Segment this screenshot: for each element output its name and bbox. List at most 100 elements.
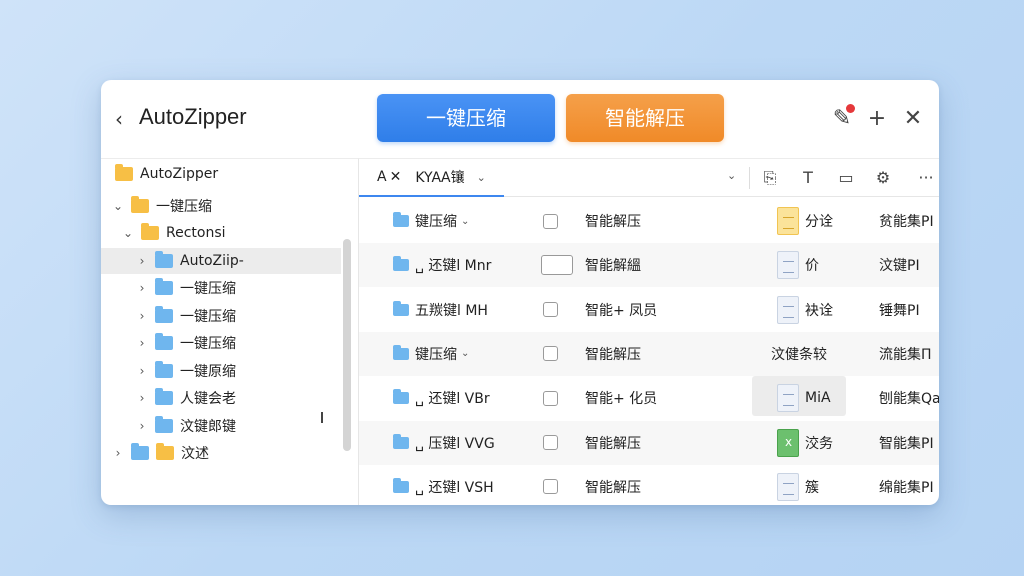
chevron-down-icon[interactable]: ⌄	[727, 169, 736, 182]
name-cell: ␣ 压键l VVG	[393, 421, 495, 465]
kind-label: 簇	[805, 479, 819, 496]
tab-close-icon[interactable]: ✕	[390, 169, 402, 185]
extra-cell: 贫能集PI	[879, 214, 934, 230]
sidebar-item[interactable]: AutoZipper	[101, 161, 341, 187]
text-icon[interactable]: T	[797, 167, 819, 189]
chevron-down-icon[interactable]: ⌄	[121, 226, 135, 240]
sidebar-item[interactable]: › 一键原缩	[101, 358, 341, 384]
table-row[interactable]: 键压缩 ⌄ 智能解压 分诠 贫能集PI	[359, 199, 939, 243]
chevron-left-icon[interactable]: ‹	[115, 108, 129, 130]
chevron-down-icon[interactable]: ⌄	[477, 171, 486, 184]
sidebar-item[interactable]: › 汶述	[101, 440, 341, 466]
row-checkbox[interactable]	[543, 346, 558, 362]
sidebar-scrollbar[interactable]	[343, 239, 351, 451]
row-checkbox[interactable]	[543, 213, 558, 229]
type-cell: 智能解縕	[585, 258, 641, 275]
kind-cell: 簇	[777, 465, 819, 505]
tab-prefix: A	[377, 169, 387, 185]
sidebar-item[interactable]: › 一键压缩	[101, 330, 341, 356]
chevron-right-icon[interactable]: ›	[135, 419, 149, 433]
sidebar-item-label: Rectonsi	[166, 225, 226, 241]
kind-label: 袂诠	[805, 302, 833, 319]
window-icon[interactable]: ▭	[835, 167, 857, 189]
chevron-down-icon[interactable]: ⌄	[111, 199, 125, 213]
kind-label: 分诠	[805, 214, 833, 230]
tab-label: KYAΑ镶	[415, 170, 465, 186]
file-list: A ✕ KYAΑ镶 ⌄ ⌄ ⎘ T ▭ ⚙ ··· 键压缩 ⌄ 智能解压 分诠 贫能集P…	[359, 158, 939, 505]
chevron-right-icon[interactable]: ›	[111, 446, 125, 460]
folder-icon	[393, 212, 409, 227]
type-cell: 智能解压	[585, 214, 641, 230]
folder-icon	[393, 389, 409, 405]
table-row[interactable]: ␣ 压键l VVG 智能解压 洨务 智能集PI	[359, 420, 939, 465]
sidebar-item[interactable]: › AutoZiip-	[101, 247, 341, 274]
extra-cell: 汶键PI	[879, 258, 920, 275]
document-icon	[777, 384, 799, 413]
gear-icon[interactable]: ⚙	[872, 167, 894, 189]
table-row[interactable]: ␣ 还键l Mnr 智能解縕 价 汶键PI	[359, 243, 939, 288]
table-row[interactable]: ␣ 还键l VBr 智能+ 化员 MiA 刨能集Qa	[359, 376, 939, 420]
more-icon[interactable]: ···	[911, 167, 939, 189]
file-name: 键压缩	[415, 214, 457, 230]
close-icon[interactable]: ✕	[900, 106, 926, 132]
sidebar-item-label: 一键压缩	[180, 281, 236, 297]
chevron-down-icon[interactable]: ⌄	[461, 216, 469, 227]
kind-cell: 汶健条较	[771, 332, 827, 376]
tab-active[interactable]: A ✕ KYAΑ镶 ⌄	[359, 159, 504, 197]
chevron-right-icon[interactable]: ›	[135, 309, 149, 323]
sidebar-item[interactable]: ⌄ Rectonsi	[101, 220, 341, 246]
extra-cell: 锤舞PI	[879, 302, 920, 319]
chevron-right-icon[interactable]: ›	[135, 281, 149, 295]
kind-cell: MiA	[777, 376, 831, 420]
table-row[interactable]: ␣ 还键l VSH 智能解压 簇 绵能集PI	[359, 465, 939, 505]
sidebar-item[interactable]: › 一键压缩	[101, 275, 341, 301]
sidebar-item[interactable]: ⌄ 一键压缩	[101, 193, 341, 219]
file-name: ␣ 还键l Mnr	[415, 258, 492, 275]
chevron-right-icon[interactable]: ›	[135, 391, 149, 405]
table-row[interactable]: 五羰键l MH 智能+ 凤员 袂诠 锤舞PI	[359, 288, 939, 332]
app-title: AutoZipper	[139, 104, 247, 129]
folder-icon	[155, 250, 173, 268]
chevron-right-icon[interactable]: ›	[135, 336, 149, 350]
type-cell: 智能+ 化员	[585, 391, 658, 408]
kind-label: 洨务	[805, 435, 833, 452]
folder-icon	[155, 388, 173, 405]
title-bar: ‹ AutoZipper 一键压缩 智能解压 ✎ + ✕	[101, 80, 939, 158]
document-icon	[777, 295, 799, 324]
plus-icon[interactable]: +	[864, 106, 890, 132]
folder-outline-icon[interactable]	[541, 255, 573, 276]
name-cell: ␣ 还键l Mnr	[393, 243, 491, 287]
folder-icon	[393, 477, 409, 493]
chevron-right-icon[interactable]: ›	[135, 254, 149, 268]
compress-button[interactable]: 一键压缩	[377, 94, 555, 142]
document-icon	[777, 207, 799, 235]
chevron-down-icon[interactable]: ⌄	[461, 348, 469, 359]
folder-icon	[393, 433, 409, 449]
name-cell: ␣ 还键l VBr	[393, 376, 490, 420]
file-name: 五羰键l MH	[415, 302, 488, 319]
table-row[interactable]: 键压缩 ⌄ 智能解压 汶健条较 流能集Π	[359, 331, 939, 376]
row-checkbox[interactable]	[543, 479, 558, 495]
excel-file-icon	[777, 428, 799, 457]
row-checkbox[interactable]	[543, 435, 558, 450]
row-checkbox[interactable]	[543, 390, 558, 406]
extra-cell: 绵能集PI	[879, 479, 934, 496]
sidebar-item-label: 一键压缩	[180, 308, 236, 325]
extra-cell: 流能集Π	[879, 346, 932, 363]
sidebar-item[interactable]: › 汶键郎键	[101, 413, 341, 439]
row-checkbox[interactable]	[543, 302, 558, 318]
chevron-right-icon[interactable]: ›	[135, 364, 149, 378]
copy-icon[interactable]: ⎘	[759, 167, 781, 189]
folder-icon	[155, 415, 173, 433]
type-cell: 智能解压	[585, 479, 641, 496]
sidebar-item[interactable]: › 一键压缩	[101, 303, 341, 329]
folder-icon	[393, 256, 409, 272]
sidebar-item[interactable]: › 人键会老	[101, 385, 341, 411]
sidebar-item-label: 一键压缩	[156, 198, 212, 215]
document-icon	[777, 472, 799, 501]
extract-button[interactable]: 智能解压	[566, 94, 724, 142]
document-icon	[777, 251, 799, 280]
folder-icon	[155, 333, 173, 350]
name-cell: 五羰键l MH	[393, 288, 488, 332]
list-toolbar: A ✕ KYAΑ镶 ⌄ ⌄ ⎘ T ▭ ⚙ ···	[359, 159, 939, 197]
